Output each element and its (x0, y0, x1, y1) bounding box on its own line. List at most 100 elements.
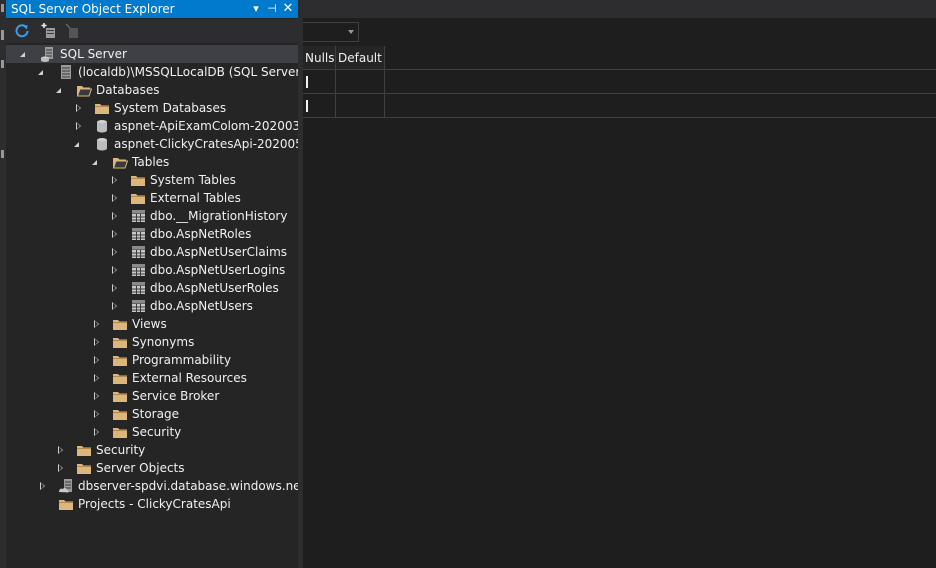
tree-item-views[interactable]: Views (6, 315, 298, 333)
tree-item-aspnet-apiexamcolom-20200311[interactable]: aspnet-ApiExamColom-20200311( (6, 117, 298, 135)
expand-arrow-icon[interactable] (58, 464, 63, 472)
tree-item-label: dbserver-spdvi.database.windows.net (SC (78, 479, 298, 493)
tree-item-dbserver-spdvi-database-windows-net-sc[interactable]: dbserver-spdvi.database.windows.net (SC (6, 477, 298, 495)
expand-arrow-icon[interactable] (94, 428, 99, 436)
server-icon (61, 65, 71, 79)
tree-item-security[interactable]: Security (6, 423, 298, 441)
expand-arrow-icon[interactable] (112, 212, 117, 220)
tree-item-label: Programmability (132, 353, 232, 367)
expand-arrow-icon[interactable] (76, 122, 81, 130)
refresh-icon[interactable] (13, 22, 31, 40)
expand-arrow-icon[interactable] (112, 248, 117, 256)
expand-arrow-icon[interactable] (58, 446, 63, 454)
expand-arrow-icon[interactable] (76, 104, 81, 112)
strip-mark (1, 4, 4, 12)
table-icon (132, 228, 145, 240)
pin-icon[interactable]: ⊣ (265, 0, 279, 18)
tree-item-tables[interactable]: Tables (6, 153, 298, 171)
expand-arrow-icon[interactable] (94, 338, 99, 346)
column-header-default[interactable]: Default (336, 46, 385, 70)
tree-item-security[interactable]: Security (6, 441, 298, 459)
sql-server-object-explorer-panel: SQL Server Object Explorer ▾ ⊣ ✕ SQL Ser… (6, 0, 298, 568)
database-icon (97, 138, 107, 151)
folder-icon (77, 446, 91, 456)
grid-line (385, 117, 936, 118)
collapse-arrow-icon[interactable] (92, 160, 97, 165)
folder-icon (113, 374, 127, 384)
tree-item-databases[interactable]: Databases (6, 81, 298, 99)
tree-item-external-tables[interactable]: External Tables (6, 189, 298, 207)
tree-item-label: SQL Server (60, 47, 127, 61)
tree-item-dbo-migrationhistory[interactable]: dbo.__MigrationHistory (6, 207, 298, 225)
expand-arrow-icon[interactable] (94, 392, 99, 400)
collapse-arrow-icon[interactable] (20, 52, 25, 57)
tree-item-dbo-aspnetroles[interactable]: dbo.AspNetRoles (6, 225, 298, 243)
tree-item-server-objects[interactable]: Server Objects (6, 459, 298, 477)
folder-open-icon (112, 158, 128, 169)
designer-dropdown[interactable] (303, 22, 359, 42)
tree-item-programmability[interactable]: Programmability (6, 351, 298, 369)
tree-item-label: dbo.AspNetUserLogins (150, 263, 286, 277)
folder-icon (113, 320, 127, 330)
expand-arrow-icon[interactable] (112, 194, 117, 202)
expand-arrow-icon[interactable] (112, 284, 117, 292)
folder-icon (131, 194, 145, 204)
strip-mark (1, 30, 4, 40)
close-icon[interactable]: ✕ (281, 0, 295, 18)
tree-item-synonyms[interactable]: Synonyms (6, 333, 298, 351)
disconnect-icon[interactable] (64, 22, 82, 40)
expand-arrow-icon[interactable] (112, 176, 117, 184)
default-cell[interactable] (336, 70, 385, 94)
collapse-arrow-icon[interactable] (38, 70, 43, 75)
checkbox[interactable] (306, 100, 308, 112)
sql-server-icon (41, 47, 53, 62)
strip-mark (1, 60, 4, 68)
expand-arrow-icon[interactable] (40, 482, 45, 490)
expand-arrow-icon[interactable] (94, 410, 99, 418)
tree-item-service-broker[interactable]: Service Broker (6, 387, 298, 405)
tree-item-aspnet-clickycratesapi-20200514[interactable]: aspnet-ClickyCratesApi-20200514( (6, 135, 298, 153)
tree-item-localdb-mssqllocaldb-sql-server-13[interactable]: (localdb)\MSSQLLocalDB (SQL Server 13. (6, 63, 298, 81)
tree-item-storage[interactable]: Storage (6, 405, 298, 423)
tree-item-label: aspnet-ClickyCratesApi-20200514( (114, 137, 298, 151)
expand-arrow-icon[interactable] (94, 320, 99, 328)
window-position-dropdown-icon[interactable]: ▾ (249, 0, 263, 18)
expand-arrow-icon[interactable] (112, 230, 117, 238)
tree-item-external-resources[interactable]: External Resources (6, 369, 298, 387)
tree-item-label: Synonyms (132, 335, 195, 349)
tree-item-dbo-aspnetuserroles[interactable]: dbo.AspNetUserRoles (6, 279, 298, 297)
tree-item-label: dbo.__MigrationHistory (150, 209, 288, 223)
tree-item-projects-clickycratesapi[interactable]: Projects - ClickyCratesApi (6, 495, 298, 513)
expand-arrow-icon[interactable] (112, 266, 117, 274)
tree-item-system-databases[interactable]: System Databases (6, 99, 298, 117)
expand-arrow-icon[interactable] (112, 302, 117, 310)
tree-item-label: External Tables (150, 191, 241, 205)
checkbox[interactable] (306, 76, 308, 88)
nulls-checkbox-cell[interactable] (303, 70, 336, 94)
tree-item-sql-server[interactable]: SQL Server (6, 45, 298, 63)
tree-item-system-tables[interactable]: System Tables (6, 171, 298, 189)
expand-arrow-icon[interactable] (94, 374, 99, 382)
folder-icon (113, 410, 127, 420)
table-icon (132, 246, 145, 258)
chevron-down-icon (348, 30, 354, 34)
expand-arrow-icon[interactable] (94, 356, 99, 364)
add-sql-server-icon[interactable] (41, 22, 59, 40)
tree-item-dbo-aspnetusers[interactable]: dbo.AspNetUsers (6, 297, 298, 315)
nulls-checkbox-cell[interactable] (303, 94, 336, 118)
explorer-toolbar (6, 19, 298, 43)
default-cell[interactable] (336, 94, 385, 118)
database-icon (97, 120, 107, 133)
folder-icon (131, 176, 145, 186)
document-tab-well (303, 0, 936, 18)
collapse-arrow-icon[interactable] (74, 142, 79, 147)
tree-item-label: Views (132, 317, 167, 331)
tree-item-dbo-aspnetuserclaims[interactable]: dbo.AspNetUserClaims (6, 243, 298, 261)
column-header-nulls[interactable]: Nulls (303, 46, 336, 70)
collapse-arrow-icon[interactable] (56, 88, 61, 93)
table-designer-area: Nulls Default (298, 0, 936, 568)
tree-item-label: Service Broker (132, 389, 220, 403)
folder-icon (59, 500, 73, 510)
tree-item-dbo-aspnetuserlogins[interactable]: dbo.AspNetUserLogins (6, 261, 298, 279)
folder-icon (113, 392, 127, 402)
